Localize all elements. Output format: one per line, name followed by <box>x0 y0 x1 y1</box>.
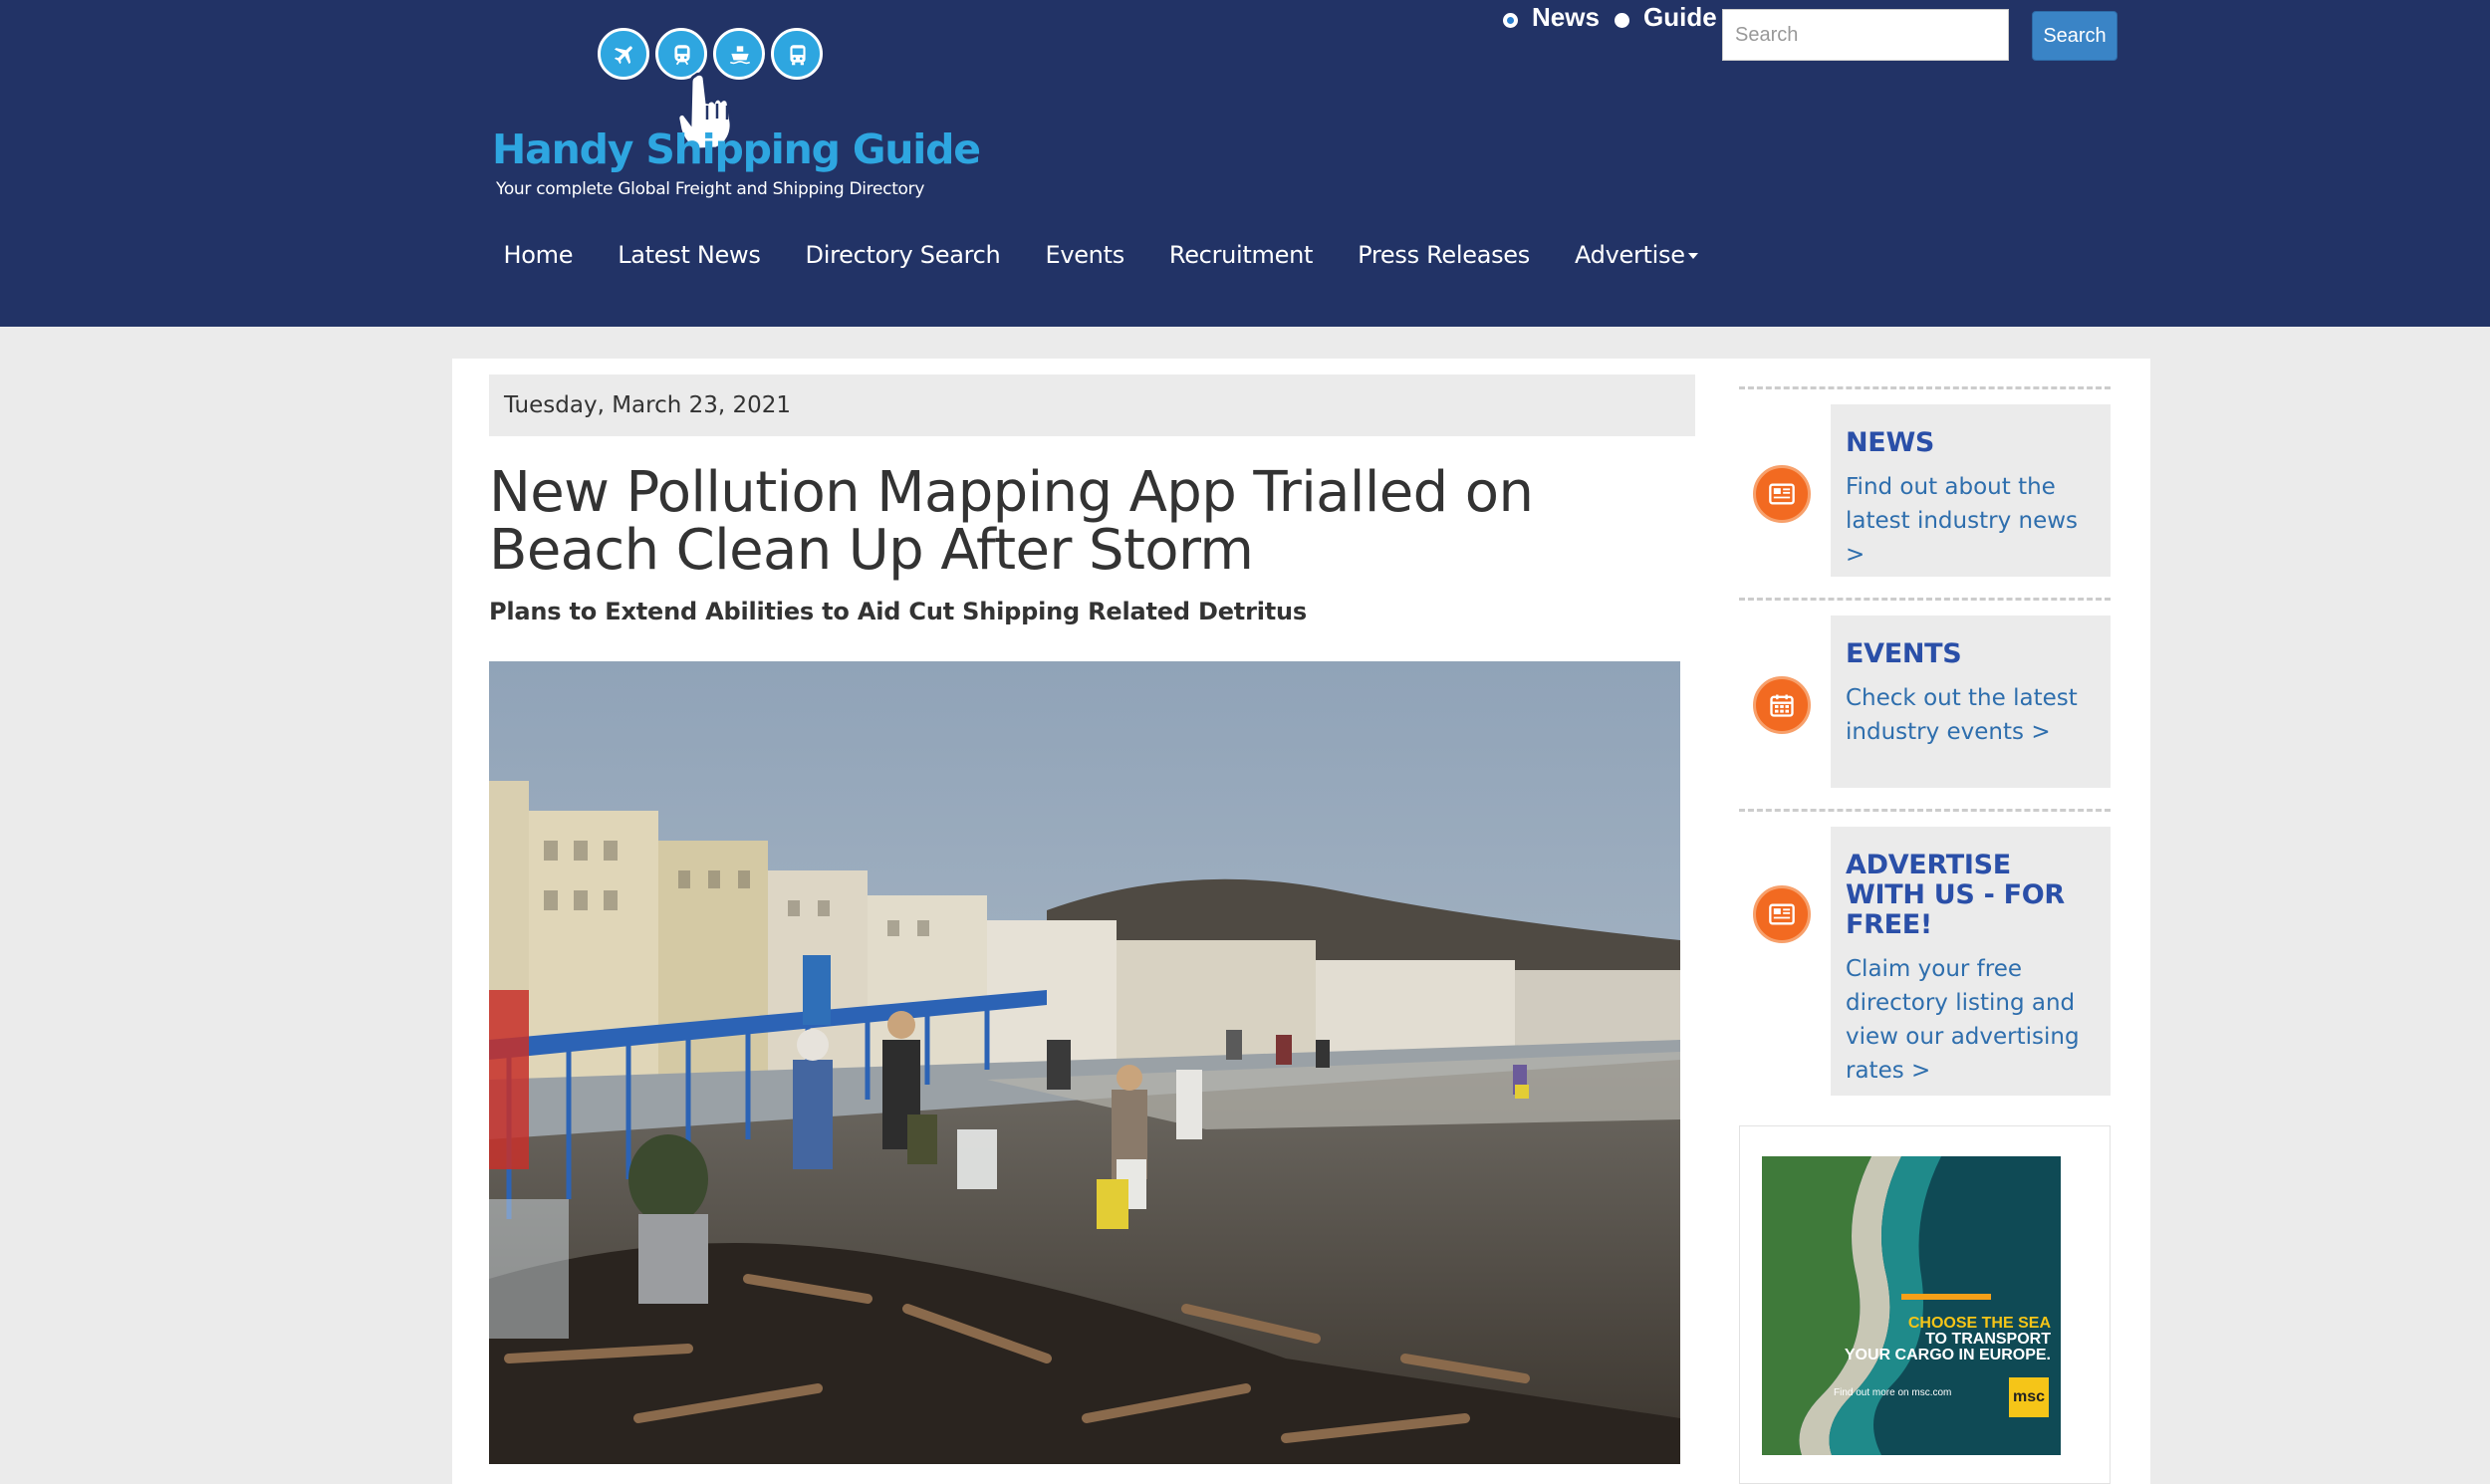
article-title: New Pollution Mapping App Trialled on Be… <box>489 460 1534 583</box>
main-nav: Home Latest News Directory Search Events… <box>481 231 1720 281</box>
nav-item-recruitment[interactable]: Recruitment <box>1146 231 1335 281</box>
sidebar-advertise-link[interactable]: Claim your free directory listing and vi… <box>1846 952 2097 1088</box>
advert-ship-icon <box>1901 1294 1991 1300</box>
search-option-guide[interactable]: Guide <box>1615 2 1717 33</box>
nav-item-press-releases[interactable]: Press Releases <box>1336 231 1553 281</box>
logo-tagline: Your complete Global Freight and Shippin… <box>496 179 925 199</box>
search-option-news[interactable]: News <box>1503 2 1600 33</box>
bus-icon <box>771 28 823 80</box>
newspaper-icon <box>1753 885 1811 943</box>
site-logo[interactable]: Handy Shipping Guide Your complete Globa… <box>488 22 981 211</box>
radio-button-guide[interactable] <box>1615 13 1629 28</box>
main-content: Tuesday, March 23, 2021 New Pollution Ma… <box>452 359 2150 1484</box>
site-header: Handy Shipping Guide Your complete Globa… <box>0 0 2490 327</box>
sidebar-advertise-block: ADVERTISE WITH US - FOR FREE! Claim your… <box>1739 809 2111 1108</box>
logo-name: Handy Shipping Guide <box>492 125 981 173</box>
advert-headline: CHOOSE THE SEA TO TRANSPORT YOUR CARGO I… <box>1845 1316 2051 1363</box>
sidebar-news-link[interactable]: Find out about the latest industry news … <box>1846 470 2097 572</box>
advert-banner[interactable]: CHOOSE THE SEA TO TRANSPORT YOUR CARGO I… <box>1762 1156 2061 1455</box>
nav-item-advertise-label: Advertise <box>1574 241 1685 269</box>
nav-item-directory-search[interactable]: Directory Search <box>783 231 1023 281</box>
search-button[interactable]: Search <box>2032 11 2117 61</box>
nav-item-latest-news[interactable]: Latest News <box>596 231 783 281</box>
radio-button-news[interactable] <box>1503 13 1518 28</box>
sidebar-events-link[interactable]: Check out the latest industry events > <box>1846 681 2097 749</box>
advert-headline-line2: TO TRANSPORT <box>1925 1331 2051 1348</box>
nav-item-home[interactable]: Home <box>481 231 596 281</box>
sidebar-events-title: EVENTS <box>1846 638 1962 669</box>
sidebar-advert: CHOOSE THE SEA TO TRANSPORT YOUR CARGO I… <box>1739 1125 2111 1484</box>
nav-item-advertise[interactable]: Advertise <box>1552 231 1720 281</box>
article-subtitle: Plans to Extend Abilities to Aid Cut Shi… <box>489 598 1307 625</box>
airplane-icon <box>598 28 649 80</box>
sidebar-news-title: NEWS <box>1846 427 1935 458</box>
search-input[interactable] <box>1722 9 2009 61</box>
sidebar-advertise-panel: ADVERTISE WITH US - FOR FREE! Claim your… <box>1831 827 2111 1096</box>
sidebar-news-panel: NEWS Find out about the latest industry … <box>1831 404 2111 577</box>
article-hero-image <box>489 661 1680 1464</box>
nav-item-events[interactable]: Events <box>1023 231 1146 281</box>
sidebar-events-block: EVENTS Check out the latest industry eve… <box>1739 598 2111 797</box>
calendar-icon <box>1753 676 1811 734</box>
caret-down-icon <box>1687 253 1698 259</box>
article-date: Tuesday, March 23, 2021 <box>489 374 1695 436</box>
advert-headline-line1: CHOOSE THE SEA <box>1907 1315 2051 1332</box>
radio-label-news: News <box>1532 2 1600 32</box>
advert-headline-line3: YOUR CARGO IN EUROPE. <box>1844 1347 2051 1363</box>
sidebar-advertise-title: ADVERTISE WITH US - FOR FREE! <box>1846 850 2065 940</box>
advert-small-text: Find out more on msc.com <box>1834 1387 1952 1398</box>
advert-logo: msc <box>2009 1377 2049 1417</box>
radio-label-guide: Guide <box>1643 2 1717 32</box>
newspaper-icon <box>1753 465 1811 523</box>
sidebar-events-panel: EVENTS Check out the latest industry eve… <box>1831 616 2111 788</box>
sidebar-news-block: NEWS Find out about the latest industry … <box>1739 386 2111 586</box>
